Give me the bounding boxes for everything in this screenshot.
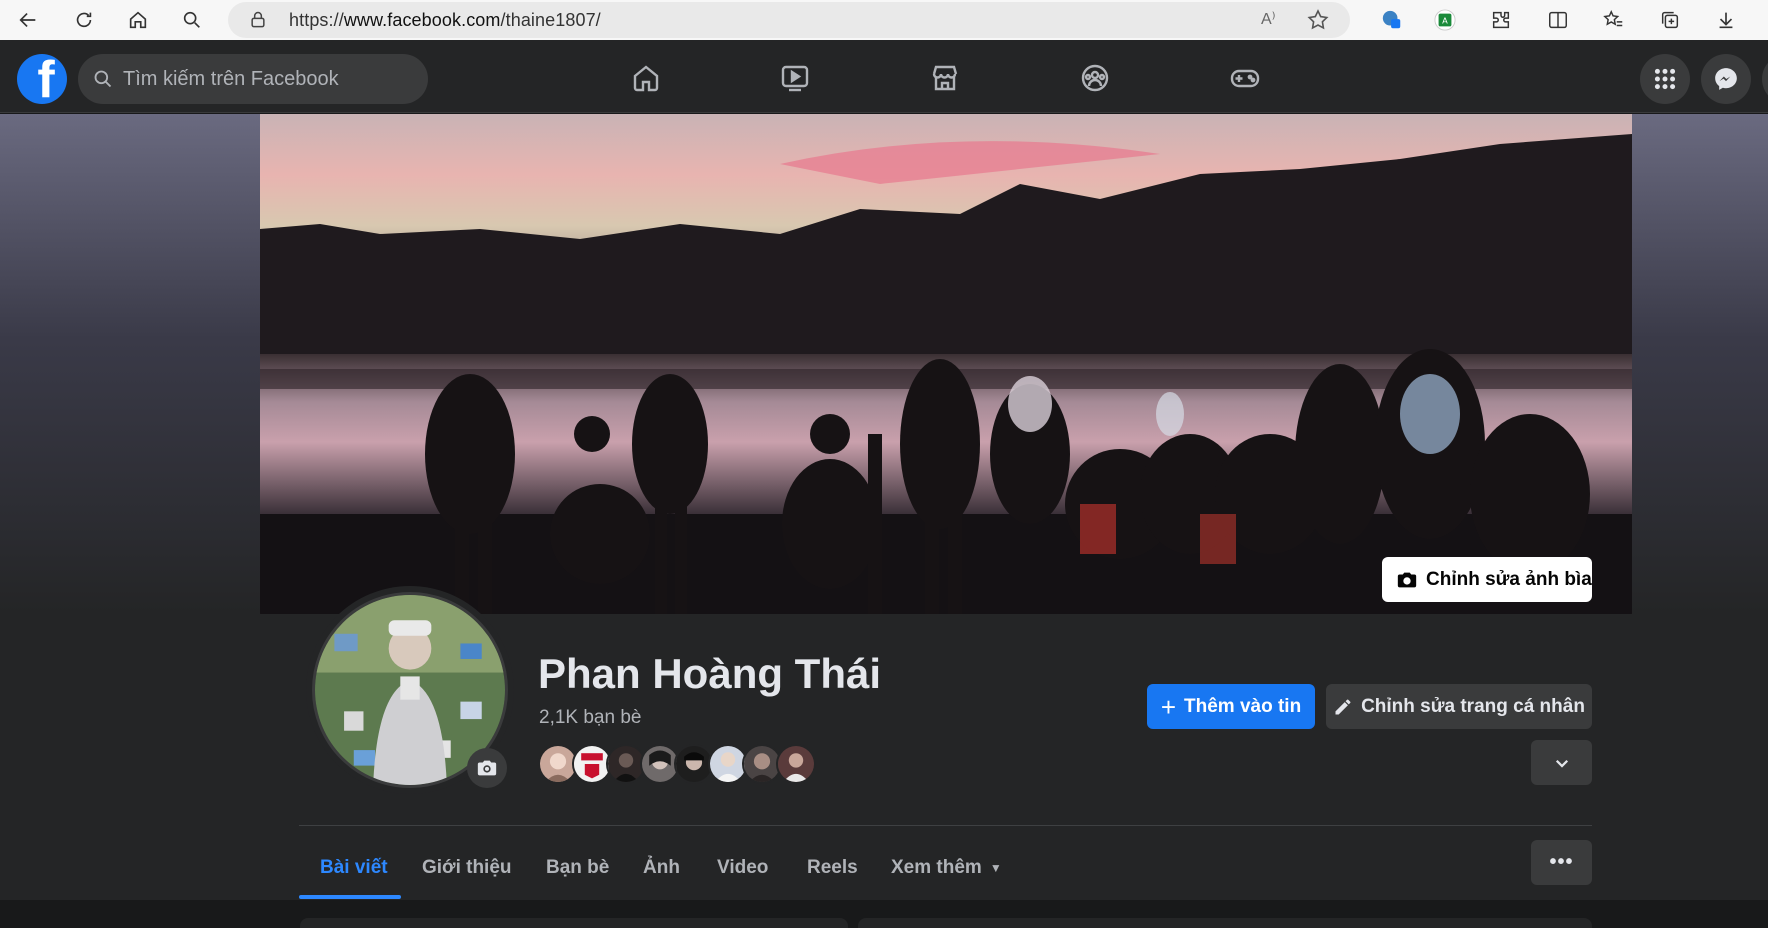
sidebar-card (300, 918, 848, 928)
messenger-icon (1715, 68, 1737, 90)
extensions-puzzle-icon[interactable] (1487, 6, 1515, 34)
url-text[interactable]: https://www.facebook.com/thaine1807/ (289, 10, 601, 31)
svg-text:A: A (1442, 16, 1448, 26)
home-icon[interactable] (120, 4, 156, 36)
notifications-button[interactable] (1762, 54, 1768, 104)
extension-green-icon[interactable]: A (1431, 6, 1459, 34)
refresh-icon[interactable] (66, 4, 102, 36)
url-prefix: https:// (289, 10, 344, 30)
plus-icon: + (1160, 691, 1176, 722)
facebook-logo[interactable]: f (17, 54, 67, 104)
back-icon[interactable] (10, 4, 46, 36)
edit-cover-button[interactable]: Chỉnh sửa ảnh bìa (1382, 557, 1592, 602)
nav-home[interactable] (616, 58, 676, 98)
read-aloud-icon[interactable]: A⁾ (1261, 9, 1276, 29)
split-screen-icon[interactable] (1544, 6, 1572, 34)
friends-count[interactable]: 2,1K bạn bè (539, 707, 641, 729)
friend-avatar[interactable] (776, 744, 816, 784)
add-to-story-button[interactable]: + Thêm vào tin (1147, 684, 1315, 729)
downloads-icon[interactable] (1712, 6, 1740, 34)
video-icon (781, 65, 809, 92)
tab-about[interactable]: Giới thiệu (402, 838, 532, 898)
url-path: /thaine1807/ (500, 10, 601, 30)
menu-button[interactable] (1640, 54, 1690, 104)
tab-label: Xem thêm (891, 857, 982, 878)
tab-reels[interactable]: Reels (787, 838, 878, 898)
search-input[interactable] (123, 54, 413, 104)
profile-divider (299, 825, 1592, 826)
more-options-button[interactable]: ••• (1531, 840, 1592, 885)
nav-gaming[interactable] (1215, 58, 1275, 98)
chevron-down-icon (1555, 759, 1568, 768)
favorite-star-icon[interactable] (1306, 8, 1330, 32)
home-icon (633, 65, 659, 92)
edit-profile-button[interactable]: Chỉnh sửa trang cá nhân (1326, 684, 1592, 729)
tab-videos[interactable]: Video (697, 838, 788, 898)
extension-globe-icon[interactable] (1378, 6, 1406, 34)
cover-image (260, 114, 1632, 623)
logo-letter: f (37, 54, 55, 104)
update-profile-picture-button[interactable] (467, 748, 507, 788)
groups-icon (1081, 64, 1109, 92)
url-host: www.facebook.com (343, 10, 501, 30)
search-icon[interactable] (174, 4, 210, 36)
facebook-header: f (0, 40, 1768, 113)
tab-more[interactable]: Xem thêm ▼ (871, 838, 1022, 898)
caret-down-icon: ▼ (989, 861, 1002, 875)
tab-posts[interactable]: Bài viết (300, 838, 408, 898)
active-tab-indicator (299, 895, 401, 899)
search-icon (94, 70, 112, 88)
pencil-icon (1335, 699, 1351, 714)
marketplace-icon (932, 65, 958, 91)
grid-menu-icon (1654, 68, 1676, 90)
nav-marketplace[interactable] (915, 58, 975, 98)
gaming-icon (1230, 69, 1260, 88)
tab-label: Reels (807, 857, 858, 878)
nav-watch[interactable] (765, 58, 825, 98)
address-bar[interactable]: https://www.facebook.com/thaine1807/ A⁾ (228, 2, 1350, 38)
feed-card (858, 918, 1592, 928)
camera-icon (477, 760, 497, 776)
search-box[interactable] (78, 54, 428, 104)
tab-label: Video (717, 857, 769, 878)
tab-label: Ảnh (643, 857, 680, 878)
browser-toolbar: https://www.facebook.com/thaine1807/ A⁾ … (0, 0, 1768, 40)
favorites-icon[interactable] (1600, 6, 1628, 34)
collections-icon[interactable] (1656, 6, 1684, 34)
tab-photos[interactable]: Ảnh (623, 838, 700, 898)
tab-label: Bài viết (320, 857, 388, 878)
edit-profile-label: Chỉnh sửa trang cá nhân (1361, 695, 1585, 717)
nav-groups[interactable] (1065, 58, 1125, 98)
messenger-button[interactable] (1701, 54, 1751, 104)
lock-icon[interactable] (248, 10, 268, 30)
tab-label: Giới thiệu (422, 857, 512, 878)
cover-photo[interactable] (260, 114, 1632, 623)
edit-cover-label: Chỉnh sửa ảnh bìa (1426, 568, 1592, 590)
tab-friends[interactable]: Bạn bè (526, 838, 629, 898)
profile-options-dropdown[interactable] (1531, 740, 1592, 785)
profile-name: Phan Hoàng Thái (538, 650, 882, 697)
add-to-story-label: Thêm vào tin (1184, 695, 1302, 717)
camera-icon (1397, 572, 1417, 587)
tab-label: Bạn bè (546, 857, 610, 878)
